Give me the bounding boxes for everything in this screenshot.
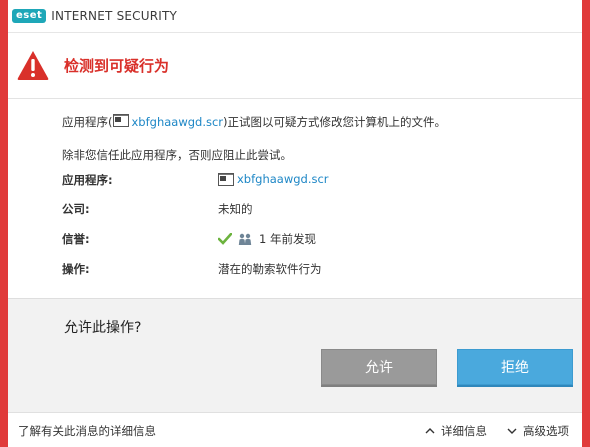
company-value-link[interactable]: 未知的 [218, 201, 253, 217]
learn-more-link[interactable]: 了解有关此消息的详细信息 [18, 423, 156, 439]
footer: 了解有关此消息的详细信息 详细信息 高级选项 [8, 412, 582, 447]
application-label: 应用程序: [62, 173, 113, 187]
detail-row-operation: 操作: 潜在的勒索软件行为 [62, 261, 562, 281]
operation-label: 操作: [62, 262, 90, 276]
message-filename-link[interactable]: xbfghaawgd.scr [132, 115, 224, 129]
advanced-options-toggle[interactable]: 高级选项 [507, 423, 569, 439]
advanced-options-label: 高级选项 [523, 424, 569, 438]
company-label: 公司: [62, 202, 90, 216]
detail-row-company: 公司: 未知的 [62, 201, 562, 221]
alert-window: eset INTERNET SECURITY 检测到可疑行为 应用程序( xbfg… [8, 0, 582, 447]
reputation-value: 1 年前发现 [218, 231, 316, 247]
reputation-text: 1 年前发现 [259, 232, 316, 246]
operation-value: 潜在的勒索软件行为 [218, 262, 322, 276]
detail-row-application: 应用程序: xbfghaawgd.scr [62, 172, 562, 192]
chevron-down-icon [507, 428, 517, 434]
users-icon [238, 233, 252, 245]
alert-title: 检测到可疑行为 [64, 57, 170, 75]
chevron-up-icon [425, 428, 435, 434]
message-line-2: 除非您信任此应用程序，否则应阻止此尝试。 [62, 148, 292, 162]
application-value: xbfghaawgd.scr [218, 172, 329, 186]
message-prefix: 应用程序( [62, 115, 113, 129]
warning-icon [17, 51, 49, 80]
application-icon [112, 114, 129, 127]
deny-button[interactable]: 拒绝 [457, 349, 573, 385]
details-label: 详细信息 [441, 424, 487, 438]
details-toggle[interactable]: 详细信息 [425, 423, 487, 439]
divider [8, 98, 582, 99]
prompt-question: 允许此操作? [64, 320, 142, 336]
message-line-1: 应用程序( xbfghaawgd.scr)正试图以可疑方式修改您计算机上的文件。 [62, 114, 446, 130]
message-suffix: )正试图以可疑方式修改您计算机上的文件。 [223, 115, 447, 129]
alert-header: 检测到可疑行为 [8, 32, 582, 99]
application-icon [218, 172, 234, 186]
eset-logo: eset [12, 9, 47, 23]
product-name: INTERNET SECURITY [51, 9, 178, 23]
allow-button[interactable]: 允许 [321, 349, 437, 385]
reputation-label: 信誉: [62, 232, 90, 246]
application-link[interactable]: xbfghaawgd.scr [237, 172, 329, 186]
checkmark-icon [218, 233, 232, 245]
action-panel: 允许此操作? 允许 拒绝 [8, 298, 582, 413]
titlebar: eset INTERNET SECURITY [8, 0, 582, 32]
detail-row-reputation: 信誉: 1 年前发现 [62, 231, 562, 251]
